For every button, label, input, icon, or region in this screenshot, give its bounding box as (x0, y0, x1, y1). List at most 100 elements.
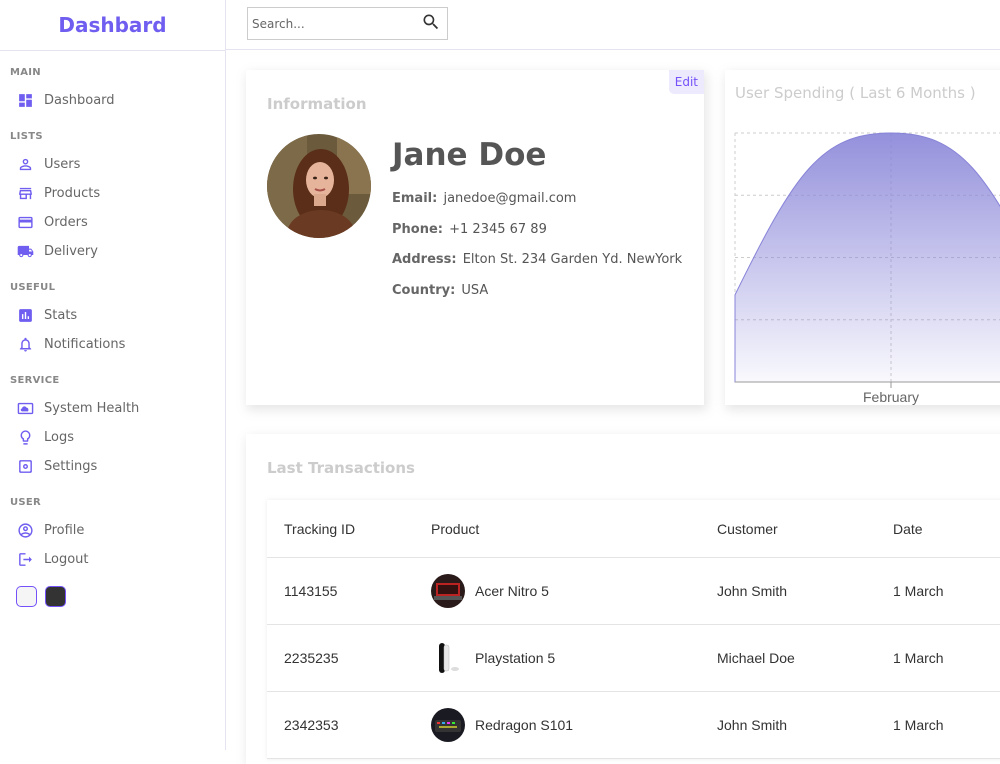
table-row[interactable]: 1143155 Acer Nitro 5 John Smith 1 March (267, 558, 1000, 625)
email-value: janedoe@gmail.com (443, 191, 577, 206)
sidebar: Dashbard MAIN Dashboard LISTS Users Prod… (0, 0, 226, 750)
product-cell: Acer Nitro 5 (431, 574, 717, 608)
phone-value: +1 2345 67 89 (449, 222, 547, 237)
logs-icon (16, 429, 34, 447)
logout-icon (16, 551, 34, 569)
sidebar-item-label: Products (44, 186, 101, 201)
section-title-service: SERVICE (10, 375, 60, 386)
sidebar-item-profile[interactable]: Profile (0, 516, 225, 545)
product-cell: Playstation 5 (431, 641, 717, 675)
information-title: Information (267, 95, 367, 113)
column-header-product: Product (431, 520, 480, 537)
dashboard-icon (16, 92, 34, 110)
logo-text[interactable]: Dashbard (58, 13, 166, 37)
sidebar-item-products[interactable]: Products (0, 179, 225, 208)
sidebar-item-dashboard[interactable]: Dashboard (0, 86, 225, 115)
search-box (247, 7, 448, 40)
product-thumbnail (431, 708, 465, 742)
person-icon (16, 156, 34, 174)
tracking-id-cell: 2342353 (284, 717, 339, 733)
sidebar-item-label: Settings (44, 459, 98, 474)
main-content: Edit Information Jane Doe Email: janedoe… (226, 51, 1000, 764)
sidebar-item-label: Users (44, 157, 81, 172)
tracking-id-cell: 1143155 (284, 583, 338, 599)
sidebar-item-label: Delivery (44, 244, 98, 259)
light-theme-swatch[interactable] (16, 586, 37, 607)
sidebar-item-logs[interactable]: Logs (0, 423, 225, 452)
table-header: Tracking ID Product Customer Date (267, 500, 1000, 558)
country-value: USA (461, 283, 489, 298)
transactions-card: Last Transactions Tracking ID Product Cu… (246, 434, 1000, 764)
sidebar-item-settings[interactable]: Settings (0, 452, 225, 481)
search-input[interactable] (252, 16, 421, 31)
country-label: Country: (392, 283, 456, 298)
search-icon[interactable] (421, 12, 441, 36)
bar-chart-icon (16, 307, 34, 325)
dark-theme-swatch[interactable] (45, 586, 66, 607)
sidebar-item-label: Logs (44, 430, 74, 445)
sidebar-item-orders[interactable]: Orders (0, 208, 225, 237)
store-icon (16, 185, 34, 203)
tracking-id-cell: 2235235 (284, 650, 339, 666)
sidebar-item-label: Logout (44, 552, 89, 567)
sidebar-item-label: Stats (44, 308, 78, 323)
sidebar-item-users[interactable]: Users (0, 150, 225, 179)
bell-icon (16, 336, 34, 354)
x-tick-label: February (863, 389, 919, 405)
email-row: Email: janedoe@gmail.com (392, 191, 576, 206)
spending-chart-card: User Spending ( Last 6 Months ) February (725, 70, 1000, 405)
table-row[interactable]: 2235235 Playstation 5 Michael Doe 1 Marc… (267, 625, 1000, 692)
email-label: Email: (392, 191, 438, 206)
address-value: Elton St. 234 Garden Yd. NewYork (462, 252, 683, 267)
customer-cell: Michael Doe (717, 650, 795, 666)
sidebar-item-label: Notifications (44, 337, 126, 352)
transactions-table: Tracking ID Product Customer Date 114315… (267, 500, 1000, 759)
column-header-tracking-id: Tracking ID (284, 520, 356, 537)
spending-chart: February (734, 132, 1000, 405)
product-name: Playstation 5 (475, 650, 556, 666)
phone-label: Phone: (392, 222, 443, 237)
sidebar-item-delivery[interactable]: Delivery (0, 237, 225, 266)
truck-icon (16, 243, 34, 261)
section-title-user: USER (10, 497, 42, 508)
sidebar-item-stats[interactable]: Stats (0, 301, 225, 330)
sidebar-item-label: Dashboard (44, 93, 115, 108)
account-circle-icon (16, 522, 34, 540)
sidebar-item-notifications[interactable]: Notifications (0, 330, 225, 359)
product-name: Acer Nitro 5 (475, 583, 549, 599)
product-name: Redragon S101 (475, 717, 574, 733)
transactions-title: Last Transactions (267, 459, 415, 477)
address-label: Address: (392, 252, 457, 267)
sidebar-item-system-health[interactable]: System Health (0, 394, 225, 423)
sidebar-item-label: Orders (44, 215, 88, 230)
system-health-icon (16, 400, 34, 418)
sidebar-item-logout[interactable]: Logout (0, 545, 225, 574)
product-thumbnail (431, 641, 465, 675)
date-cell: 1 March (893, 717, 944, 733)
logo[interactable]: Dashbard (0, 0, 225, 51)
customer-cell: John Smith (717, 717, 788, 733)
address-row: Address: Elton St. 234 Garden Yd. NewYor… (392, 252, 682, 267)
section-title-lists: LISTS (10, 131, 43, 142)
avatar (267, 134, 371, 238)
user-name: Jane Doe (392, 137, 547, 173)
theme-switcher (0, 586, 225, 607)
section-title-useful: USEFUL (10, 282, 56, 293)
spending-area (734, 132, 1000, 383)
sidebar-item-label: Profile (44, 523, 85, 538)
country-row: Country: USA (392, 283, 488, 298)
table-row[interactable]: 2342353 Redragon S101 John Smith 1 March (267, 692, 1000, 759)
credit-card-icon (16, 214, 34, 232)
edit-button[interactable]: Edit (668, 70, 704, 94)
information-card: Edit Information Jane Doe Email: janedoe… (246, 70, 704, 405)
topbar (226, 0, 1000, 50)
column-header-customer: Customer (717, 520, 778, 537)
settings-icon (16, 458, 34, 476)
section-title-main: MAIN (10, 67, 41, 78)
customer-cell: John Smith (717, 583, 788, 599)
product-thumbnail (431, 574, 465, 608)
sidebar-item-label: System Health (44, 401, 140, 416)
product-cell: Redragon S101 (431, 708, 717, 742)
date-cell: 1 March (893, 583, 944, 599)
column-header-date: Date (893, 520, 923, 537)
